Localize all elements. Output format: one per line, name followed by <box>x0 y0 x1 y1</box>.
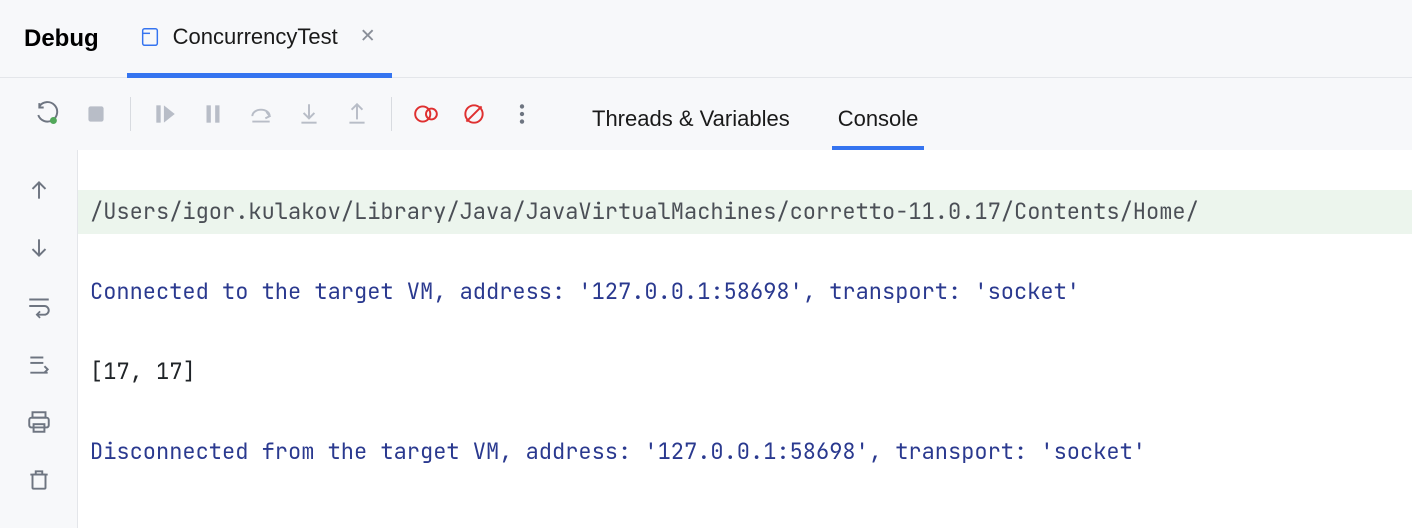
tab-console[interactable]: Console <box>832 106 925 150</box>
step-over-button[interactable] <box>237 90 285 138</box>
more-actions-button[interactable] <box>498 90 546 138</box>
view-breakpoints-button[interactable] <box>402 90 450 138</box>
separator <box>391 97 392 131</box>
scroll-to-end-icon[interactable] <box>17 342 61 386</box>
debug-toolbar: Threads & Variables Console <box>0 78 1412 150</box>
tab-threads-variables[interactable]: Threads & Variables <box>586 106 796 150</box>
stop-button[interactable] <box>72 90 120 138</box>
soft-wrap-icon[interactable] <box>17 284 61 328</box>
file-icon <box>139 26 161 48</box>
step-into-button[interactable] <box>285 90 333 138</box>
console-blank-line <box>78 510 1412 528</box>
console-gutter <box>0 150 78 528</box>
clear-all-icon[interactable] <box>17 458 61 502</box>
print-icon[interactable] <box>17 400 61 444</box>
run-config-label: ConcurrencyTest <box>173 24 338 50</box>
rerun-button[interactable] <box>24 90 72 138</box>
console-output[interactable]: /Users/igor.kulakov/Library/Java/JavaVir… <box>78 150 1412 528</box>
console-command-line: /Users/igor.kulakov/Library/Java/JavaVir… <box>78 190 1412 234</box>
console-line-connected: Connected to the target VM, address: '12… <box>78 270 1412 314</box>
pause-button[interactable] <box>189 90 237 138</box>
step-out-button[interactable] <box>333 90 381 138</box>
console-line-disconnected: Disconnected from the target VM, address… <box>78 430 1412 474</box>
separator <box>130 97 131 131</box>
close-tab-icon[interactable]: ✕ <box>350 27 376 46</box>
debug-subtabs: Threads & Variables Console <box>586 78 924 150</box>
scroll-up-icon[interactable] <box>17 168 61 212</box>
mute-breakpoints-button[interactable] <box>450 90 498 138</box>
run-config-tab[interactable]: ConcurrencyTest ✕ <box>127 0 392 78</box>
tool-window-title: Debug <box>0 25 127 53</box>
resume-button[interactable] <box>141 90 189 138</box>
debug-tool-window-header: Debug ConcurrencyTest ✕ <box>0 0 1412 78</box>
scroll-down-icon[interactable] <box>17 226 61 270</box>
console-line-output: [17, 17] <box>78 350 1412 394</box>
